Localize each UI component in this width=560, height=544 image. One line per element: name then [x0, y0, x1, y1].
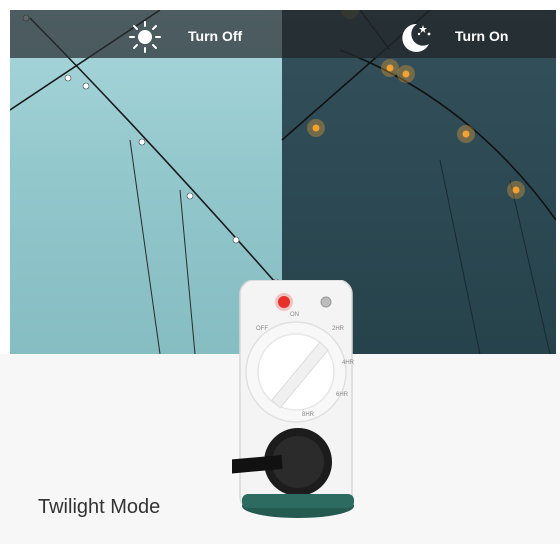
dial-label-on: ON: [290, 312, 299, 318]
mode-caption: Twilight Mode: [38, 496, 161, 518]
moon-icon: [402, 23, 431, 52]
dial-label-6hr: 6HR: [336, 392, 349, 398]
timer-plug-device: OFF ON 2HR 4HR 6HR 8HR: [232, 280, 355, 518]
dial-label-2hr: 2HR: [332, 326, 345, 332]
dial-label-4hr: 4HR: [342, 360, 355, 366]
dial-label-8hr: 8HR: [302, 412, 315, 418]
turn-on-label: Turn On: [455, 28, 509, 44]
sun-icon: [129, 21, 161, 53]
turn-off-label: Turn Off: [188, 28, 243, 44]
dial-label-off: OFF: [256, 326, 268, 332]
